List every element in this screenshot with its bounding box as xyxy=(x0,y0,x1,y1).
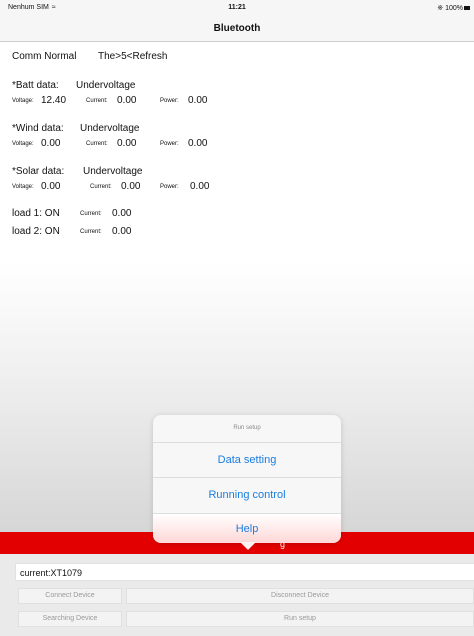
status-bar: Nenhum SIM ≈ 11:21 ※ 100% xyxy=(0,0,474,15)
popover-arrow xyxy=(240,542,256,550)
solar-label: *Solar data: xyxy=(12,166,65,177)
wind-power-value: 0.00 xyxy=(188,138,208,149)
batt-power-value: 0.00 xyxy=(188,95,208,106)
run-setup-button[interactable]: Run setup xyxy=(126,611,474,627)
wind-current-value: 0.00 xyxy=(117,138,137,149)
battery-percent: 100% xyxy=(445,5,463,12)
connect-device-button[interactable]: Connect Device xyxy=(18,588,122,604)
solar-power-label: Power: xyxy=(160,184,179,190)
wind-voltage-value: 0.00 xyxy=(41,138,61,149)
data-setting-item[interactable]: Data setting xyxy=(153,442,341,477)
solar-state: Undervoltage xyxy=(83,166,143,177)
wind-label: *Wind data: xyxy=(12,123,64,134)
batt-current-label: Current: xyxy=(86,98,108,104)
running-control-item[interactable]: Running control xyxy=(153,477,341,512)
popover-title: Run setup xyxy=(233,425,261,431)
current-device-text: current:XT1079 xyxy=(20,568,83,578)
refresh-label[interactable]: The>5<Refresh xyxy=(98,51,168,62)
load1-current-value: 0.00 xyxy=(112,208,132,219)
batt-voltage-value: 12.40 xyxy=(41,95,67,106)
battery-icon xyxy=(464,6,470,11)
load1-current-label: Current: xyxy=(80,211,102,217)
batt-label: *Batt data: xyxy=(12,80,59,91)
run-setup-popover: Run setup Data setting Running control H… xyxy=(153,415,341,543)
load1-label: load 1: ON xyxy=(12,208,60,219)
solar-voltage-value: 0.00 xyxy=(41,181,61,192)
solar-voltage-label: Voltage: xyxy=(12,184,34,190)
bottom-panel: current:XT1079 Connect Device Disconnect… xyxy=(0,554,474,636)
current-device-field: current:XT1079 xyxy=(15,563,474,581)
load2-current-label: Current: xyxy=(80,229,102,235)
comm-status: Comm Normal xyxy=(12,51,77,62)
load2-current-value: 0.00 xyxy=(112,226,132,237)
solar-power-value: 0.00 xyxy=(190,181,210,192)
help-item[interactable]: Help xyxy=(153,513,341,543)
page-title: Bluetooth xyxy=(213,23,261,34)
disconnect-device-button[interactable]: Disconnect Device xyxy=(126,588,474,604)
batt-state: Undervoltage xyxy=(76,80,136,91)
wind-power-label: Power: xyxy=(160,141,179,147)
nav-bar: Bluetooth xyxy=(0,15,474,42)
batt-current-value: 0.00 xyxy=(117,95,137,106)
clock: 11:21 xyxy=(228,4,246,11)
wind-current-label: Current: xyxy=(86,141,108,147)
wind-voltage-label: Voltage: xyxy=(12,141,34,147)
status-right: ※ 100% xyxy=(437,4,470,12)
solar-current-label: Current: xyxy=(90,184,112,190)
batt-power-label: Power: xyxy=(160,98,179,104)
bluetooth-icon: ※ xyxy=(437,5,444,12)
solar-current-value: 0.00 xyxy=(121,181,141,192)
load2-label: load 2: ON xyxy=(12,226,60,237)
batt-voltage-label: Voltage: xyxy=(12,98,34,104)
searching-device-button[interactable]: Searching Device xyxy=(18,611,122,627)
wind-state: Undervoltage xyxy=(80,123,140,134)
